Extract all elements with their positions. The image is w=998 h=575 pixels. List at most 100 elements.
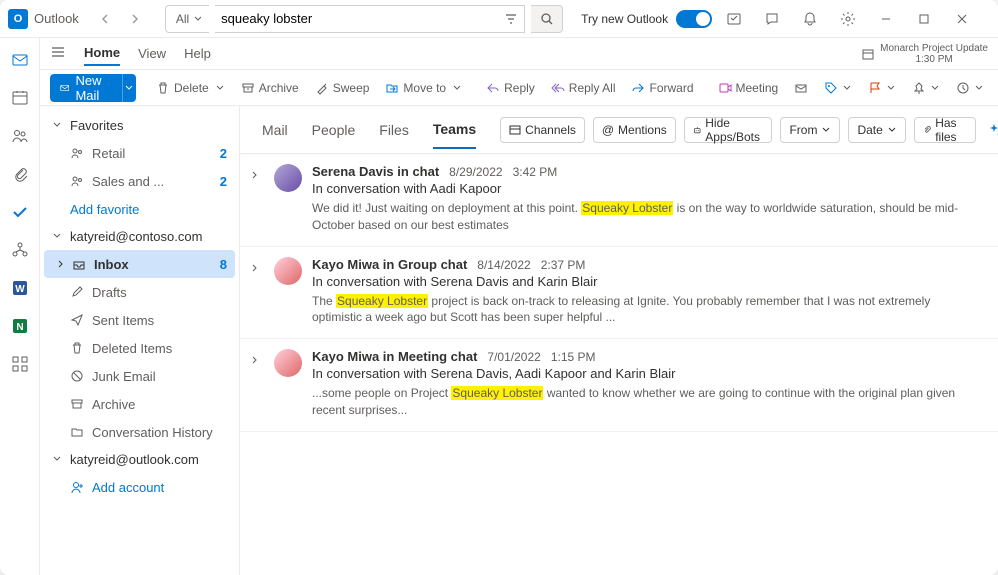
search-result-item[interactable]: Kayo Miwa in Meeting chat7/01/20221:15 P… bbox=[240, 339, 998, 432]
search-result-item[interactable]: Serena Davis in chat8/29/20223:42 PM In … bbox=[240, 154, 998, 247]
app-logo-icon: O bbox=[8, 9, 28, 29]
add-favorite-link[interactable]: Add favorite bbox=[44, 195, 235, 223]
avatar bbox=[274, 349, 302, 377]
expand-icon[interactable] bbox=[250, 257, 264, 327]
svg-text:N: N bbox=[16, 322, 23, 333]
folder-drafts[interactable]: Drafts bbox=[44, 278, 235, 306]
chat-icon[interactable] bbox=[756, 3, 788, 35]
result-from: Kayo Miwa in Meeting chat bbox=[312, 349, 477, 364]
pin-icon[interactable] bbox=[908, 78, 944, 98]
scope-teams[interactable]: Teams bbox=[433, 111, 476, 149]
search-button[interactable] bbox=[531, 5, 563, 33]
sparkle-icon[interactable] bbox=[984, 117, 998, 143]
attach-icon bbox=[923, 124, 931, 136]
svg-text:W: W bbox=[15, 284, 25, 295]
filter-icon[interactable] bbox=[504, 12, 518, 26]
try-new-toggle[interactable] bbox=[676, 10, 712, 28]
avatar bbox=[274, 164, 302, 192]
flag-icon[interactable] bbox=[864, 78, 900, 98]
folder-archive[interactable]: Archive bbox=[44, 390, 235, 418]
rail-apps-icon[interactable] bbox=[6, 350, 34, 378]
rail-org-icon[interactable] bbox=[6, 236, 34, 264]
hamburger-icon[interactable] bbox=[50, 44, 66, 63]
archive-icon bbox=[70, 397, 84, 411]
filter-from[interactable]: From bbox=[780, 117, 840, 143]
meta-title: Monarch Project Update bbox=[880, 43, 988, 54]
trash-icon bbox=[70, 341, 84, 355]
scope-mail[interactable]: Mail bbox=[262, 112, 288, 148]
favorites-section[interactable]: Favorites bbox=[44, 112, 235, 139]
folder-junk[interactable]: Junk Email bbox=[44, 362, 235, 390]
delete-button[interactable]: Delete bbox=[152, 78, 229, 98]
filter-mentions[interactable]: @Mentions bbox=[593, 117, 676, 143]
rail-people-icon[interactable] bbox=[6, 122, 34, 150]
result-time: 1:15 PM bbox=[551, 350, 596, 364]
snooze-icon[interactable] bbox=[952, 78, 988, 98]
calendar-peek-icon[interactable] bbox=[862, 48, 874, 60]
minimize-icon[interactable] bbox=[870, 3, 902, 35]
result-from: Serena Davis in chat bbox=[312, 164, 439, 179]
result-preview: The Squeaky Lobster project is back on-t… bbox=[312, 293, 976, 327]
inbox-icon bbox=[72, 257, 86, 271]
rail-word-icon[interactable]: W bbox=[6, 274, 34, 302]
maximize-icon[interactable] bbox=[908, 3, 940, 35]
read-unread-icon[interactable] bbox=[790, 78, 812, 98]
tab-home[interactable]: Home bbox=[84, 41, 120, 66]
forward-arrow-icon[interactable] bbox=[123, 7, 147, 31]
whiteboard-icon[interactable] bbox=[718, 3, 750, 35]
folder-conversation-history[interactable]: Conversation History bbox=[44, 418, 235, 446]
folder-deleted[interactable]: Deleted Items bbox=[44, 334, 235, 362]
close-icon[interactable] bbox=[946, 3, 978, 35]
new-mail-split-icon[interactable] bbox=[122, 74, 136, 102]
rail-attach-icon[interactable] bbox=[6, 160, 34, 188]
filter-date[interactable]: Date bbox=[848, 117, 905, 143]
result-time: 3:42 PM bbox=[513, 165, 558, 179]
tab-view[interactable]: View bbox=[138, 42, 166, 65]
scope-people[interactable]: People bbox=[312, 112, 356, 148]
tag-icon[interactable] bbox=[820, 78, 856, 98]
move-to-button[interactable]: Move to bbox=[381, 78, 466, 98]
search-scope-dropdown[interactable]: All bbox=[165, 5, 209, 33]
people-icon bbox=[70, 146, 84, 160]
sweep-button[interactable]: Sweep bbox=[311, 78, 374, 98]
result-subject: In conversation with Serena Davis, Aadi … bbox=[312, 366, 976, 381]
folder-sent[interactable]: Sent Items bbox=[44, 306, 235, 334]
back-arrow-icon[interactable] bbox=[93, 7, 117, 31]
search-input[interactable] bbox=[221, 11, 504, 26]
result-preview: We did it! Just waiting on deployment at… bbox=[312, 200, 976, 234]
result-date: 8/14/2022 bbox=[477, 258, 530, 272]
reply-button[interactable]: Reply bbox=[482, 78, 539, 98]
rail-mail-icon[interactable] bbox=[6, 46, 34, 74]
reply-all-button[interactable]: Reply All bbox=[547, 78, 620, 98]
at-icon: @ bbox=[602, 123, 614, 137]
result-preview: ...some people on Project Squeaky Lobste… bbox=[312, 385, 976, 419]
scope-files[interactable]: Files bbox=[379, 112, 409, 148]
add-account-link[interactable]: Add account bbox=[44, 473, 235, 501]
tab-help[interactable]: Help bbox=[184, 42, 211, 65]
gear-icon[interactable] bbox=[832, 3, 864, 35]
meeting-button[interactable]: Meeting bbox=[714, 78, 783, 98]
folder-retail[interactable]: Retail2 bbox=[44, 139, 235, 167]
filter-channels[interactable]: Channels bbox=[500, 117, 585, 143]
rail-todo-icon[interactable] bbox=[6, 198, 34, 226]
new-mail-button[interactable]: New Mail bbox=[50, 74, 136, 102]
result-from: Kayo Miwa in Group chat bbox=[312, 257, 467, 272]
expand-icon[interactable] bbox=[250, 164, 264, 234]
search-box[interactable] bbox=[215, 5, 525, 33]
account1-section[interactable]: katyreid@contoso.com bbox=[44, 223, 235, 250]
search-scope-label: All bbox=[176, 12, 189, 26]
search-result-item[interactable]: Kayo Miwa in Group chat8/14/20222:37 PM … bbox=[240, 247, 998, 340]
result-subject: In conversation with Serena Davis and Ka… bbox=[312, 274, 976, 289]
archive-button[interactable]: Archive bbox=[237, 78, 303, 98]
account2-section[interactable]: katyreid@outlook.com bbox=[44, 446, 235, 473]
add-person-icon bbox=[70, 480, 84, 494]
folder-sales[interactable]: Sales and ...2 bbox=[44, 167, 235, 195]
folder-inbox[interactable]: Inbox8 bbox=[44, 250, 235, 278]
bell-icon[interactable] bbox=[794, 3, 826, 35]
expand-icon[interactable] bbox=[250, 349, 264, 419]
filter-has-files[interactable]: Has files bbox=[914, 117, 977, 143]
filter-hide-bots[interactable]: Hide Apps/Bots bbox=[684, 117, 773, 143]
rail-calendar-icon[interactable] bbox=[6, 84, 34, 112]
rail-excel-icon[interactable]: N bbox=[6, 312, 34, 340]
forward-button[interactable]: Forward bbox=[627, 78, 697, 98]
